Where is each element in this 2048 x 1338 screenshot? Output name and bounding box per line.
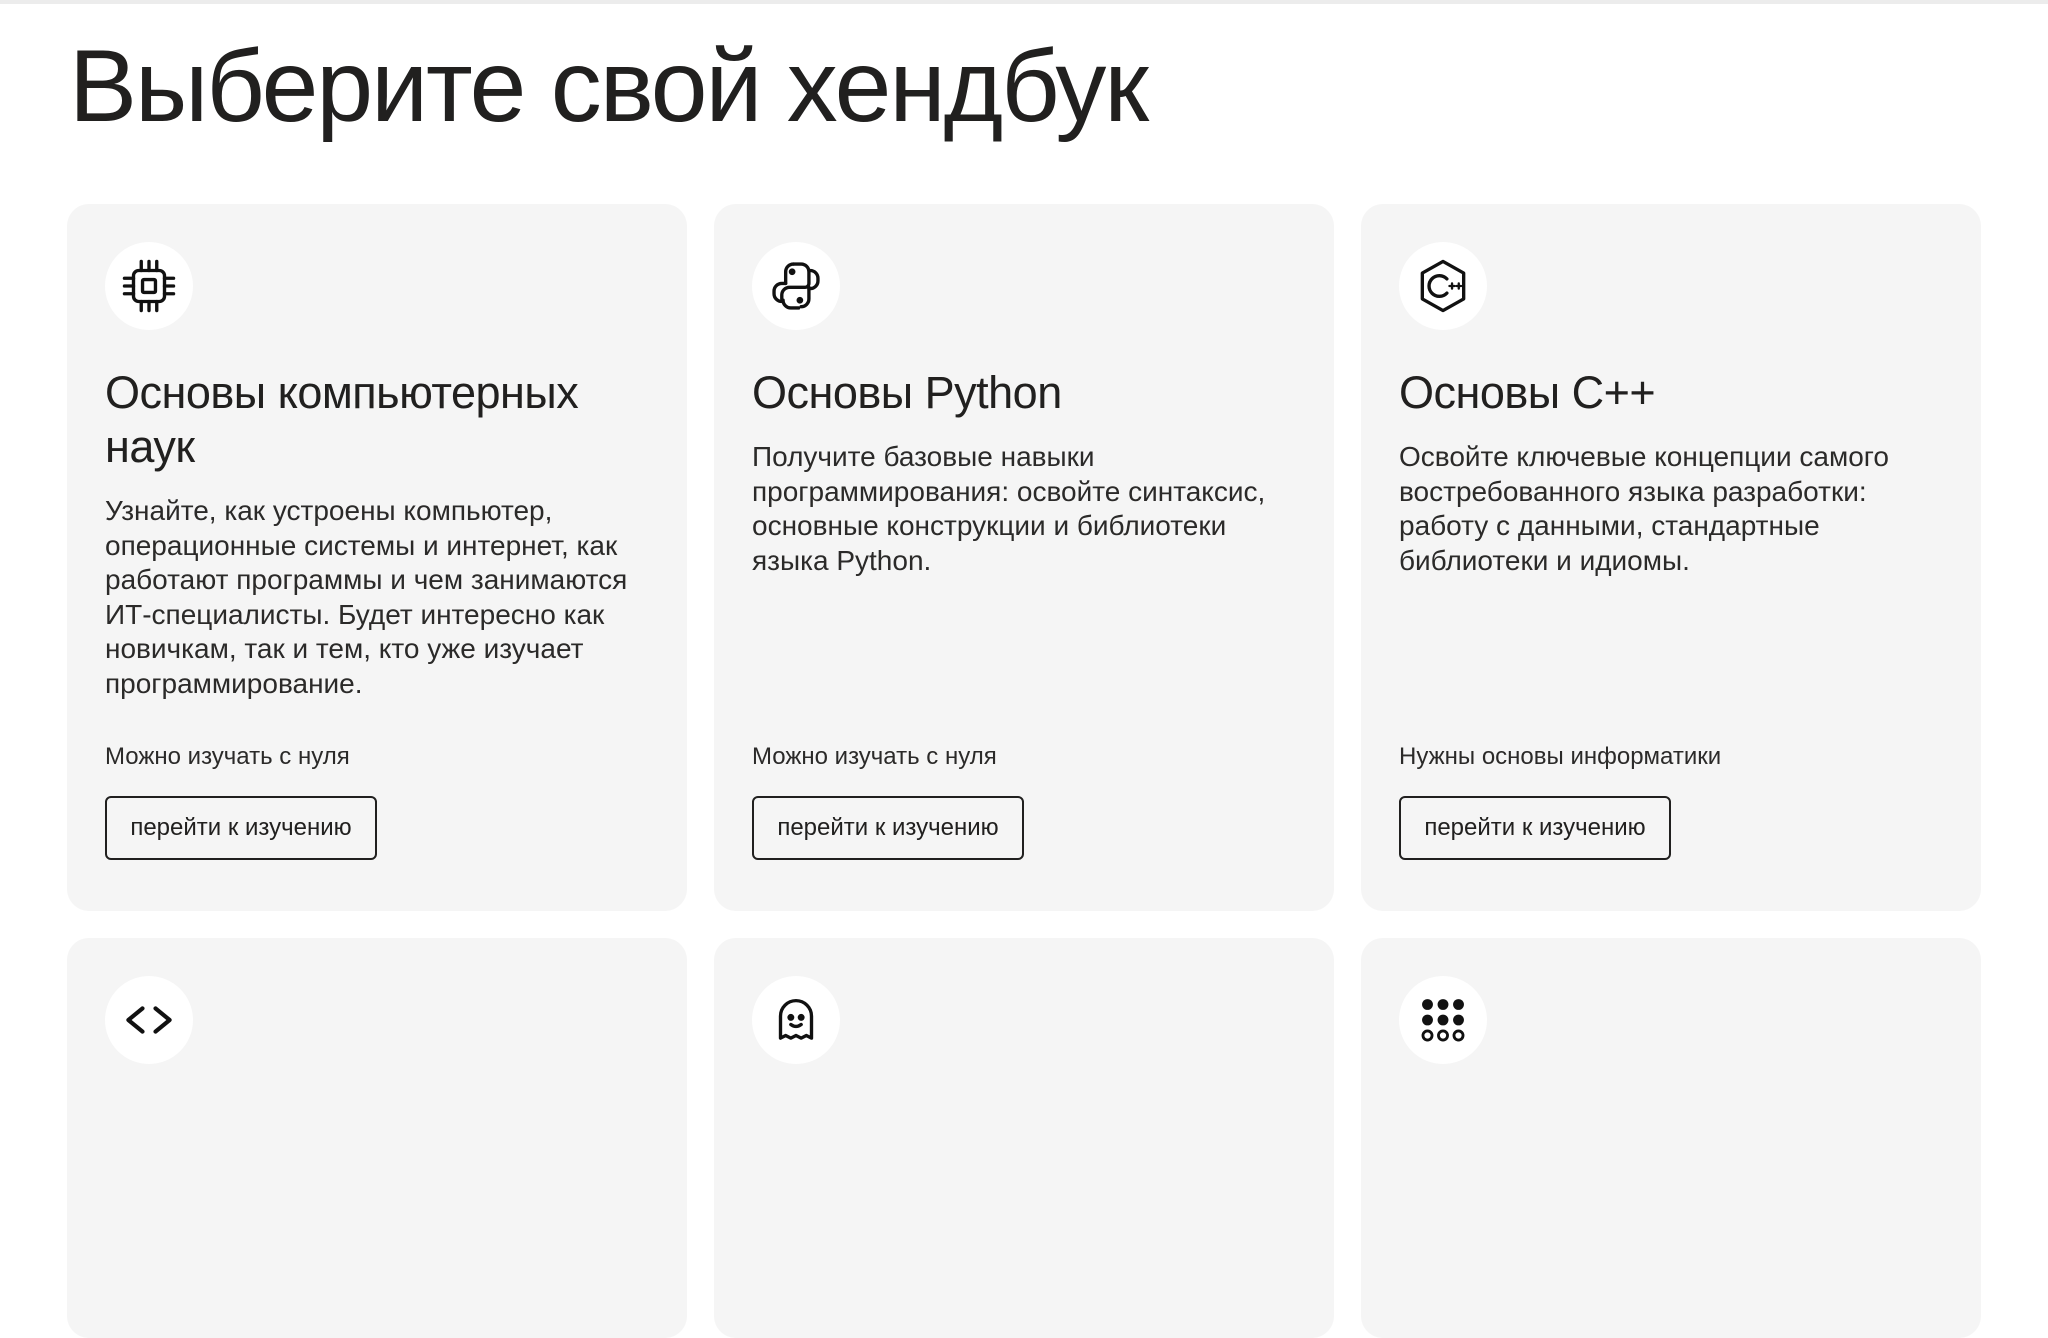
card-icon-wrapper xyxy=(1399,242,1487,330)
handbook-grid: Основы компьютерных наук Узнайте, как ус… xyxy=(67,204,1982,1338)
card-description: Получите базовые навыки программирования… xyxy=(752,441,1266,576)
card-description: Освойте ключевые концепции самого востре… xyxy=(1399,441,1889,576)
dots-grid-icon xyxy=(1421,999,1465,1042)
card-description: Узнайте, как устроены компьютер, операци… xyxy=(105,495,628,699)
card-requirement: Можно изучать с нуля xyxy=(752,743,997,770)
card-requirement: Можно изучать с нуля xyxy=(105,743,350,770)
top-divider xyxy=(0,0,2048,4)
go-to-study-button[interactable]: перейти к изучению xyxy=(1399,796,1671,860)
handbook-card-6 xyxy=(1361,938,1981,1338)
handbook-card-cs-basics: Основы компьютерных наук Узнайте, как ус… xyxy=(67,204,687,911)
card-title: Основы Python xyxy=(752,367,1062,418)
go-to-study-button[interactable]: перейти к изучению xyxy=(752,796,1024,860)
card-icon-wrapper xyxy=(1399,976,1487,1064)
card-title: Основы компьютерных наук xyxy=(105,367,579,472)
handbook-card-4 xyxy=(67,938,687,1338)
go-to-study-button[interactable]: перейти к изучению xyxy=(105,796,377,860)
card-requirement: Нужны основы информатики xyxy=(1399,743,1722,770)
card-icon-wrapper xyxy=(105,242,193,330)
card-title: Основы C++ xyxy=(1399,367,1656,418)
cpu-chip-icon xyxy=(122,259,176,313)
card-icon-wrapper xyxy=(752,976,840,1064)
code-brackets-icon xyxy=(126,1006,172,1034)
handbook-card-cpp: Основы C++ Освойте ключевые концепции са… xyxy=(1361,204,1981,911)
handbook-card-python: Основы Python Получите базовые навыки пр… xyxy=(714,204,1334,911)
handbook-card-5 xyxy=(714,938,1334,1338)
ghost-icon xyxy=(778,999,814,1040)
card-icon-wrapper xyxy=(105,976,193,1064)
page-title: Выберите свой хендбук xyxy=(69,29,1149,143)
cpp-logo-icon xyxy=(1420,259,1466,313)
card-icon-wrapper xyxy=(752,242,840,330)
python-logo-icon xyxy=(772,262,820,310)
